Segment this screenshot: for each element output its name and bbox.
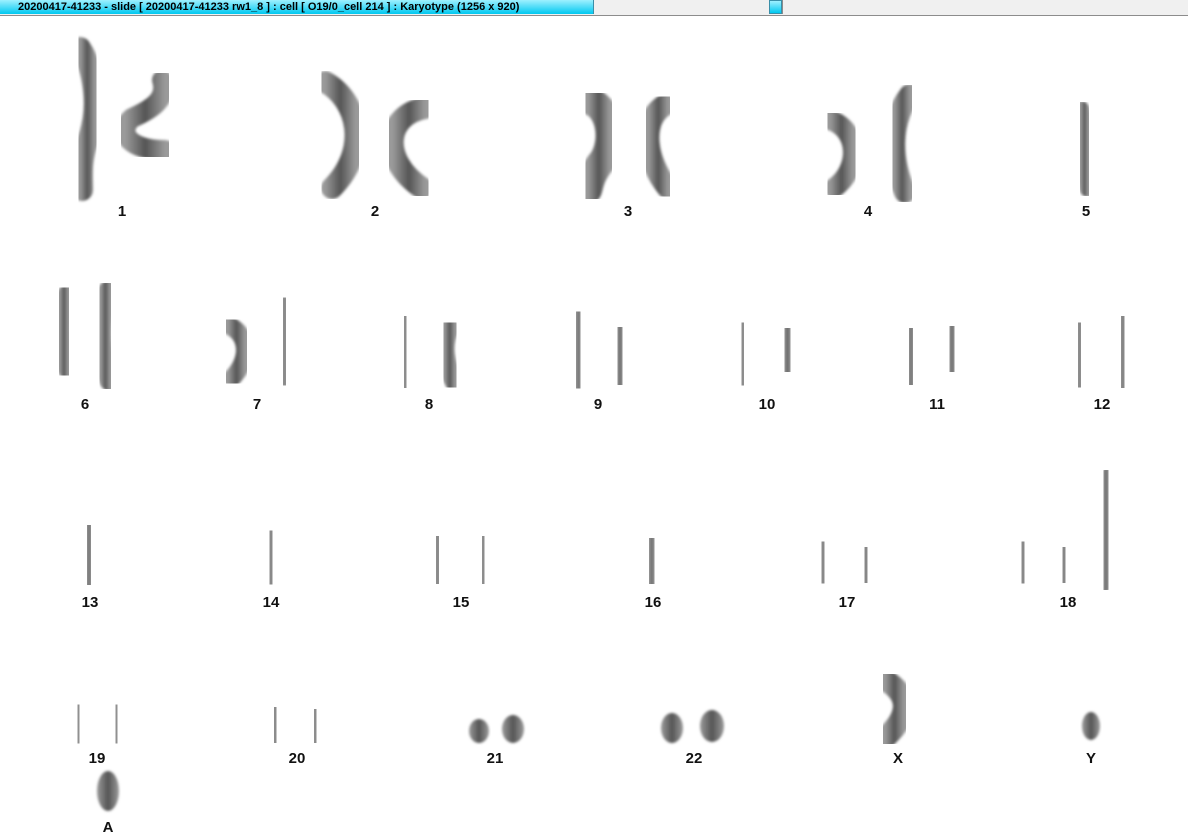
chromosome-pair-4[interactable]: 4: [820, 84, 921, 220]
chromosome-label-12: 12: [1094, 396, 1111, 413]
chromosome-6b[interactable]: [89, 281, 121, 391]
chromosome-20a[interactable]: [264, 700, 286, 750]
chromosome-22b[interactable]: [700, 710, 724, 742]
chromosome-20b[interactable]: [303, 701, 327, 751]
chromosome-pair-22[interactable]: 22: [661, 710, 724, 767]
chromosome-11a[interactable]: [899, 323, 923, 390]
chromosome-label-10: 10: [759, 396, 776, 413]
chromosome-21b[interactable]: [502, 715, 524, 743]
chromosome-18c[interactable]: [1092, 468, 1120, 592]
chromosome-12b[interactable]: [1111, 312, 1134, 392]
window-title: 20200417-41233 - slide [ 20200417-41233 …: [0, 0, 594, 14]
chromosome-1b[interactable]: [115, 70, 175, 160]
chromosome-3b[interactable]: [637, 94, 679, 199]
chromosome-label-2: 2: [371, 203, 379, 220]
chromosome-8b[interactable]: [434, 318, 465, 392]
chromosome-7b[interactable]: [274, 296, 295, 387]
chromosome-pair-21[interactable]: 21: [469, 715, 524, 767]
chromosome-10a[interactable]: [732, 318, 754, 390]
karyogram-canvas: 1 2 3 4 5 6 7 8 9 10 11 12 13 14 15 16 1…: [49, 37, 1134, 836]
chromosome-10b[interactable]: [774, 321, 801, 379]
titlebar-scroll-thumb[interactable]: [769, 0, 782, 14]
chromosome-9a[interactable]: [565, 307, 591, 393]
chromosome-label-17: 17: [839, 594, 856, 611]
chromosome-label-9: 9: [594, 396, 602, 413]
chromosome-pair-7[interactable]: 7: [219, 296, 295, 413]
chromosome-pair-16[interactable]: 16: [640, 533, 663, 611]
chromosome-7a[interactable]: [219, 316, 254, 387]
chromosome-pair-19[interactable]: 19: [67, 698, 127, 767]
chromosome-6a[interactable]: [49, 284, 79, 379]
chromosome-label-3: 3: [624, 203, 632, 220]
chromosome-pair-6[interactable]: 6: [49, 281, 121, 413]
chromosome-pair-14[interactable]: 14: [261, 526, 281, 611]
chromosome-pair-y[interactable]: Y: [1082, 712, 1100, 767]
chromosome-pair-x[interactable]: X: [874, 669, 915, 767]
chromosome-15a[interactable]: [425, 529, 450, 591]
chromosome-pair-15[interactable]: 15: [425, 529, 494, 611]
chromosome-1a[interactable]: [69, 37, 106, 201]
chromosome-pair-20[interactable]: 20: [264, 700, 327, 767]
chromosome-pair-1[interactable]: 1: [69, 37, 175, 220]
chromosome-18a[interactable]: [1012, 535, 1034, 590]
chromosome-aa[interactable]: [97, 771, 119, 811]
chromosome-label-8: 8: [425, 396, 433, 413]
chromosome-label-20: 20: [289, 750, 306, 767]
titlebar-divider: [782, 0, 783, 14]
chromosome-17b[interactable]: [853, 539, 879, 591]
chromosome-5a[interactable]: [1072, 101, 1097, 197]
chromosome-2b[interactable]: [381, 97, 436, 199]
chromosome-16a[interactable]: [640, 533, 663, 589]
chromosome-label-4: 4: [864, 203, 873, 220]
chromosome-pair-5[interactable]: 5: [1072, 101, 1097, 220]
chromosome-label-18: 18: [1060, 594, 1077, 611]
chromosome-11b[interactable]: [941, 321, 963, 377]
chromosome-19b[interactable]: [105, 698, 127, 750]
window-titlebar: 20200417-41233 - slide [ 20200417-41233 …: [0, 0, 1188, 16]
chromosome-12a[interactable]: [1068, 318, 1091, 392]
chromosome-22a[interactable]: [661, 713, 683, 743]
chromosome-label-1: 1: [118, 203, 126, 220]
chromosome-pair-2[interactable]: 2: [314, 71, 436, 220]
chromosome-4a[interactable]: [820, 110, 863, 198]
chromosome-pair-13[interactable]: 13: [78, 521, 100, 611]
chromosome-4b[interactable]: [883, 84, 921, 203]
chromosome-pair-8[interactable]: 8: [394, 312, 465, 413]
chromosome-label-6: 6: [81, 396, 89, 413]
chromosome-label-a: A: [103, 819, 114, 836]
chromosome-label-16: 16: [645, 594, 662, 611]
chromosome-label-y: Y: [1086, 750, 1096, 767]
chromosome-17a[interactable]: [811, 534, 835, 591]
chromosome-pair-10[interactable]: 10: [732, 318, 801, 413]
chromosome-label-13: 13: [82, 594, 99, 611]
chromosome-label-x: X: [893, 750, 903, 767]
chromosome-15b[interactable]: [472, 530, 494, 590]
chromosome-14a[interactable]: [261, 526, 281, 589]
chromosome-ya[interactable]: [1082, 712, 1100, 740]
chromosome-label-19: 19: [89, 750, 106, 767]
chromosome-label-14: 14: [263, 594, 280, 611]
chromosome-label-11: 11: [929, 396, 945, 413]
chromosome-pair-a[interactable]: A: [97, 771, 119, 836]
chromosome-label-21: 21: [487, 750, 504, 767]
chromosome-pair-17[interactable]: 17: [811, 534, 879, 611]
chromosome-13a[interactable]: [78, 521, 100, 589]
chromosome-pair-12[interactable]: 12: [1068, 312, 1134, 413]
chromosome-8a[interactable]: [394, 312, 416, 392]
chromosome-pair-9[interactable]: 9: [565, 307, 631, 413]
chromosome-19a[interactable]: [67, 698, 89, 750]
chromosome-pair-3[interactable]: 3: [574, 88, 679, 220]
chromosome-pair-11[interactable]: 11: [899, 321, 963, 413]
chromosome-pair-18[interactable]: 18: [1012, 468, 1120, 611]
chromosome-label-7: 7: [253, 396, 261, 413]
chromosome-label-15: 15: [453, 594, 470, 611]
chromosome-3a[interactable]: [574, 88, 624, 204]
chromosome-label-22: 22: [686, 750, 703, 767]
chromosome-18b[interactable]: [1052, 540, 1076, 590]
chromosome-xa[interactable]: [874, 669, 915, 749]
chromosome-2a[interactable]: [314, 71, 367, 199]
chromosome-label-5: 5: [1082, 203, 1090, 220]
chromosome-21a[interactable]: [469, 719, 489, 743]
chromosome-9b[interactable]: [609, 323, 631, 389]
